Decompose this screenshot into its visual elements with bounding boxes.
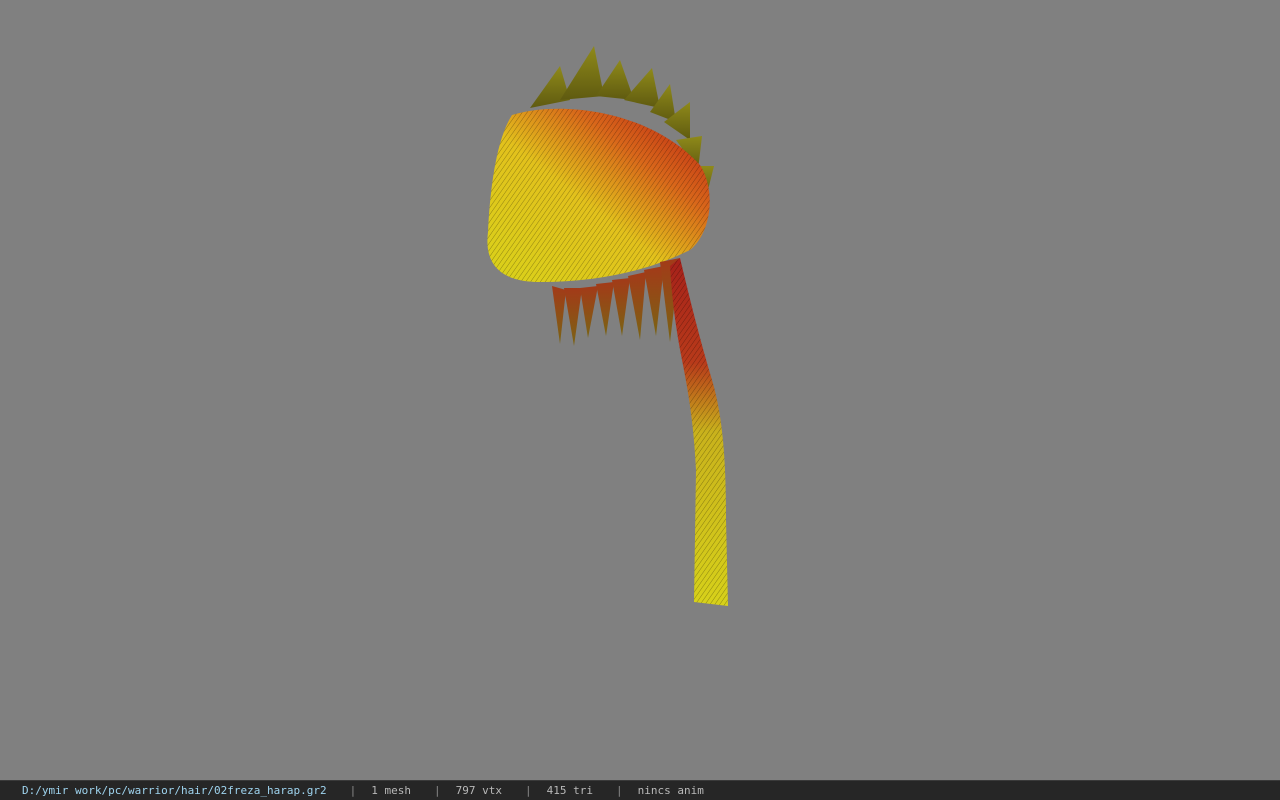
separator: | — [349, 784, 357, 797]
animation-status: nincs anim — [637, 784, 704, 797]
3d-viewport[interactable] — [0, 0, 1280, 780]
separator: | — [615, 784, 623, 797]
mesh-count: 1 mesh — [371, 784, 412, 797]
separator: | — [434, 784, 441, 797]
bandana-cap — [487, 108, 710, 282]
file-path: D:/ymir work/pc/warrior/hair/02freza_har… — [22, 784, 327, 797]
status-bar: D:/ymir work/pc/warrior/hair/02freza_har… — [0, 780, 1280, 800]
hair-model-render — [487, 46, 728, 606]
triangle-count: 415 tri — [546, 784, 593, 797]
bandana-tail — [670, 258, 728, 606]
separator: | — [525, 784, 532, 797]
vertex-count: 797 vtx — [455, 784, 502, 797]
